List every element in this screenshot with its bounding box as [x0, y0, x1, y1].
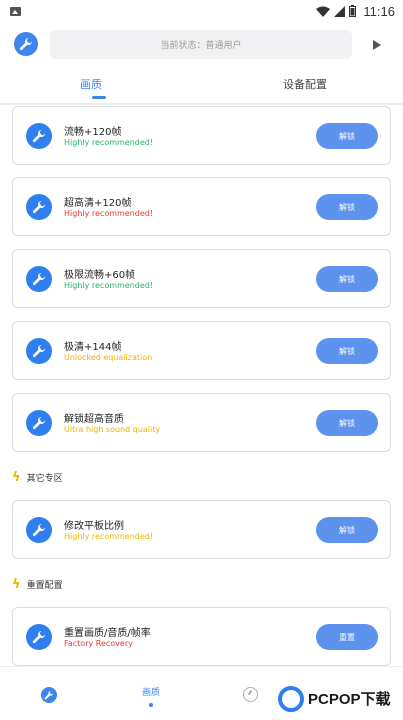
- tab-indicator: [92, 96, 106, 99]
- status-bar: 11:16: [0, 0, 403, 22]
- unlock-button[interactable]: 解锁: [316, 194, 378, 220]
- settings-list[interactable]: 流畅+120帧 Highly recommended! 解锁 超高清+120帧 …: [0, 106, 403, 666]
- unlock-button[interactable]: 解锁: [316, 517, 378, 543]
- wrench-icon: [26, 624, 52, 650]
- wrench-icon: [26, 410, 52, 436]
- option-card-sound-quality: 解锁超高音质 Ultra high sound quality 解锁: [12, 393, 391, 452]
- nav-item-tools[interactable]: [20, 667, 80, 720]
- status-text: 当前状态：普通用户: [160, 41, 242, 51]
- image-icon: [10, 6, 21, 16]
- option-card-reset: 重置画质/音质/帧率 Factory Recovery 重置: [12, 607, 391, 666]
- section-header-reset: ϟ 重置配置: [12, 577, 63, 592]
- card-subtitle: Factory Recovery: [64, 639, 133, 648]
- play-icon: [372, 39, 381, 50]
- tab-bar: 画质 设备配置: [0, 70, 403, 105]
- lightning-icon: ϟ: [12, 470, 21, 485]
- card-title: 重置画质/音质/帧率: [64, 628, 151, 639]
- wrench-icon: [26, 517, 52, 543]
- nav-active-dot: [149, 703, 153, 707]
- card-subtitle: Ultra high sound quality: [64, 425, 161, 434]
- nav-item-history[interactable]: [222, 667, 282, 720]
- lightning-icon: ϟ: [12, 577, 21, 592]
- wrench-icon: [26, 266, 52, 292]
- section-label: 其它专区: [26, 474, 63, 484]
- option-card-tablet-ratio: 修改平板比例 Highly recommended! 解锁: [12, 500, 391, 559]
- tab-divider: [0, 103, 403, 105]
- card-title: 解锁超高音质: [64, 414, 124, 425]
- pcpop-logo-icon: [278, 686, 304, 712]
- section-header-other: ϟ 其它专区: [12, 470, 63, 485]
- nav-label-quality: 画质: [141, 688, 160, 698]
- wrench-icon: [26, 194, 52, 220]
- watermark-text: PCPOP下载: [308, 690, 391, 708]
- status-field[interactable]: 当前状态：普通用户: [50, 30, 352, 59]
- card-subtitle: Highly recommended!: [64, 532, 154, 541]
- card-title: 极限流畅+60帧: [64, 270, 136, 281]
- unlock-button[interactable]: 解锁: [316, 410, 378, 436]
- card-title: 超高清+120帧: [64, 198, 132, 209]
- option-card-extreme-60: 极限流畅+60帧 Highly recommended! 解锁: [12, 249, 391, 308]
- tab-quality[interactable]: 画质: [80, 76, 102, 92]
- card-title: 修改平板比例: [64, 521, 124, 532]
- play-button[interactable]: [362, 30, 391, 59]
- card-subtitle: Highly recommended!: [64, 209, 154, 218]
- wrench-icon: [26, 338, 52, 364]
- section-label: 重置配置: [26, 581, 63, 591]
- clock-icon: [243, 687, 258, 702]
- watermark: PCPOP下载: [278, 680, 400, 718]
- wrench-icon: [41, 687, 57, 703]
- option-card-hd-144: 极清+144帧 Unlocked equalization 解锁: [12, 321, 391, 380]
- reset-button[interactable]: 重置: [316, 624, 378, 650]
- card-subtitle: Highly recommended!: [64, 281, 154, 290]
- top-bar: 当前状态：普通用户: [0, 26, 403, 66]
- nav-item-quality[interactable]: 画质: [121, 667, 181, 720]
- battery-icon: [349, 5, 357, 17]
- card-title: 极清+144帧: [64, 342, 122, 353]
- card-title: 流畅+120帧: [64, 127, 122, 138]
- wifi-icon: [316, 6, 331, 17]
- clock-time: 11:16: [363, 3, 395, 19]
- wrench-icon[interactable]: [14, 32, 38, 56]
- option-card-uhd-120: 超高清+120帧 Highly recommended! 解锁: [12, 177, 391, 236]
- wrench-icon: [26, 123, 52, 149]
- unlock-button[interactable]: 解锁: [316, 338, 378, 364]
- option-card-smooth-120: 流畅+120帧 Highly recommended! 解锁: [12, 106, 391, 165]
- card-subtitle: Unlocked equalization: [64, 353, 153, 362]
- card-subtitle: Highly recommended!: [64, 138, 154, 147]
- unlock-button[interactable]: 解锁: [316, 266, 378, 292]
- signal-icon: [334, 5, 346, 17]
- tab-device-config[interactable]: 设备配置: [283, 76, 327, 92]
- unlock-button[interactable]: 解锁: [316, 123, 378, 149]
